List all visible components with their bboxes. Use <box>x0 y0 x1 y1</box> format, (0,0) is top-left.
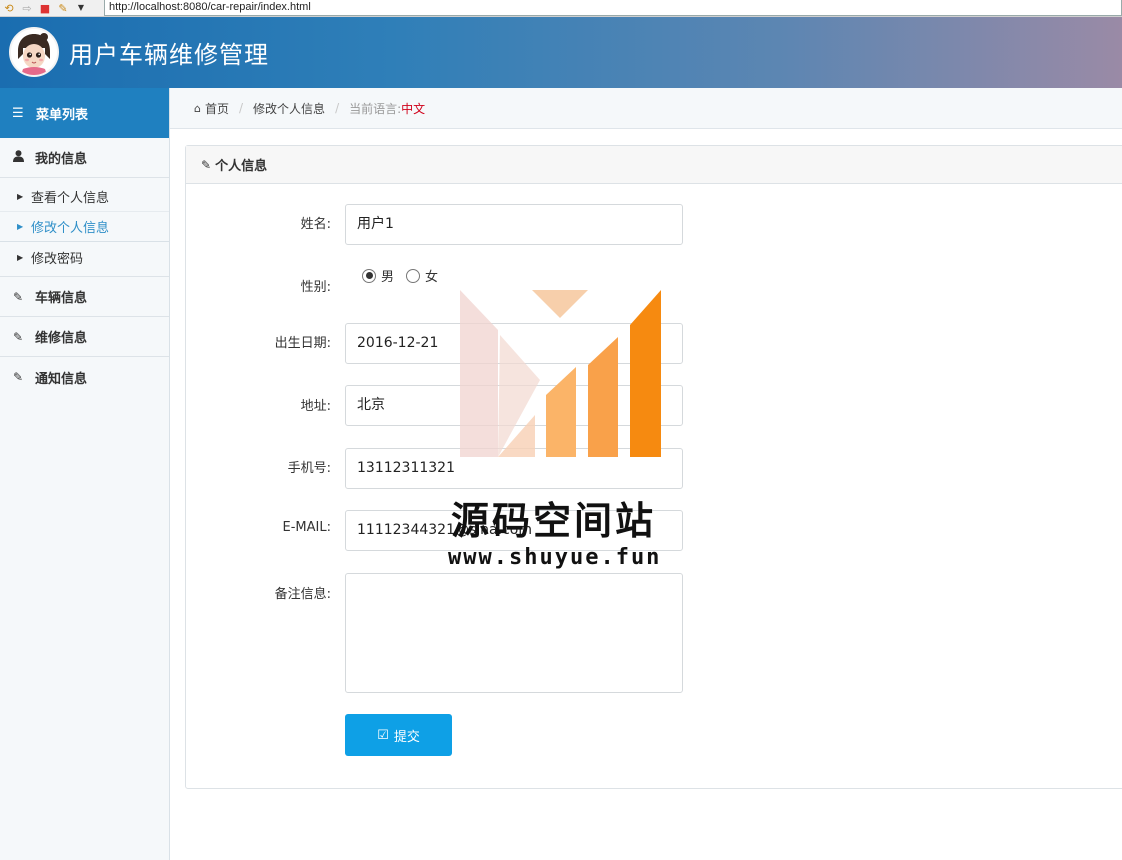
menu-title: 菜单列表 <box>36 107 89 123</box>
birth-date-label: 出生日期: <box>274 336 331 351</box>
avatar <box>9 27 59 77</box>
watermark-url: www.shuyue.fun <box>448 545 662 570</box>
breadcrumb: ⌂ 首页 / 修改个人信息 / 当前语言: 中文 <box>170 88 1122 129</box>
app-header: 用户车辆维修管理 <box>0 17 1122 88</box>
sidebar-group-vehicle-info[interactable]: ✎ 车辆信息 <box>0 277 169 317</box>
panel-title: 个人信息 <box>215 159 268 174</box>
sidebar-item-view-profile[interactable]: ▶ 查看个人信息 <box>0 182 169 212</box>
remark-label: 备注信息: <box>274 587 331 602</box>
home-icon: ⌂ <box>194 101 201 115</box>
breadcrumb-separator: / <box>335 101 340 115</box>
edit-icon: ✎ <box>12 289 24 304</box>
sidebar-group-label: 我的信息 <box>35 152 88 167</box>
avatar-icon <box>11 29 57 75</box>
phone-field[interactable]: 13112311321 <box>345 448 683 489</box>
phone-label: 手机号: <box>287 461 331 476</box>
sidebar-menu-header: ☰ 菜单列表 <box>0 88 169 138</box>
caret-right-icon: ▶ <box>17 252 24 262</box>
gender-option-male[interactable]: 男 <box>362 266 394 285</box>
panel-header: ✎ 个人信息 <box>186 146 1122 184</box>
watermark-text: 源码空间站 <box>451 499 657 543</box>
birth-date-field[interactable]: 2016-12-21 <box>345 323 683 364</box>
sidebar-sub-list: ▶ 查看个人信息 ▶ 修改个人信息 ▶ 修改密码 <box>0 178 169 277</box>
address-label: 地址: <box>300 399 331 414</box>
dropdown-icon[interactable]: ▼ <box>73 1 89 15</box>
name-label: 姓名: <box>300 217 331 232</box>
sidebar-item-change-password[interactable]: ▶ 修改密码 <box>0 242 169 272</box>
submit-button[interactable]: ☑ 提交 <box>345 714 452 756</box>
sidebar-group-label: 维修信息 <box>35 331 88 346</box>
name-field[interactable]: 用户1 <box>345 204 683 245</box>
sidebar: ☰ 菜单列表 我的信息 ▶ 查看个人信息 ▶ 修改个人信息 ▶ 修改密码 ✎ 车… <box>0 88 170 860</box>
profile-panel: ✎ 个人信息 姓名: 用户1 性别: 男 女 出生日期: 2016-12-21 … <box>185 145 1122 789</box>
list-icon: ☰ <box>12 105 24 121</box>
edit-icon: ✎ <box>12 370 24 384</box>
browser-nav-icons: ⟲ ⇨ ■ ✎ ▼ <box>0 0 89 16</box>
browser-toolbar: ⟲ ⇨ ■ ✎ ▼ http://localhost:8080/car-repa… <box>0 0 1122 17</box>
user-icon <box>10 150 26 165</box>
sidebar-group-label: 通知信息 <box>35 371 88 387</box>
radio-button[interactable] <box>362 268 376 283</box>
sidebar-group-repair-info[interactable]: ✎ 维修信息 <box>0 317 169 357</box>
language-label: 当前语言: <box>349 101 402 116</box>
app-title: 用户车辆维修管理 <box>69 41 269 69</box>
breadcrumb-current: 修改个人信息 <box>253 101 326 116</box>
gender-label: 性别: <box>300 280 331 295</box>
sidebar-group-notice-info[interactable]: ✎ 通知信息 <box>0 357 169 397</box>
address-bar[interactable]: http://localhost:8080/car-repair/index.h… <box>104 0 1122 16</box>
radio-label: 女 <box>425 270 439 285</box>
language-value[interactable]: 中文 <box>401 100 425 117</box>
submit-label: 提交 <box>393 729 420 745</box>
stop-icon[interactable]: ■ <box>37 1 53 15</box>
sidebar-item-label: 查看个人信息 <box>31 191 110 206</box>
forward-icon[interactable]: ⇨ <box>19 1 35 15</box>
sidebar-item-label: 修改个人信息 <box>31 221 110 236</box>
gender-option-female[interactable]: 女 <box>406 266 438 285</box>
address-field[interactable]: 北京 <box>345 385 683 426</box>
breadcrumb-home[interactable]: 首页 <box>205 100 229 117</box>
radio-button[interactable] <box>406 268 421 283</box>
radio-label: 男 <box>381 270 395 285</box>
back-icon[interactable]: ⟲ <box>1 1 17 15</box>
sidebar-group-label: 车辆信息 <box>35 291 88 306</box>
gender-radio-group: 男 女 <box>362 266 438 285</box>
edit-icon: ✎ <box>201 157 212 172</box>
caret-right-icon: ▶ <box>17 222 24 231</box>
sidebar-item-edit-profile[interactable]: ▶ 修改个人信息 <box>0 212 169 242</box>
breadcrumb-separator: / <box>239 101 244 115</box>
remark-textarea[interactable] <box>345 573 683 693</box>
sidebar-group-my-info[interactable]: 我的信息 <box>0 138 169 178</box>
tools-icon[interactable]: ✎ <box>55 1 71 15</box>
email-label: E-MAIL: <box>282 520 331 535</box>
sidebar-item-label: 修改密码 <box>31 251 84 267</box>
caret-right-icon: ▶ <box>17 192 24 201</box>
check-square-icon: ☑ <box>377 727 389 743</box>
edit-icon: ✎ <box>12 329 24 344</box>
